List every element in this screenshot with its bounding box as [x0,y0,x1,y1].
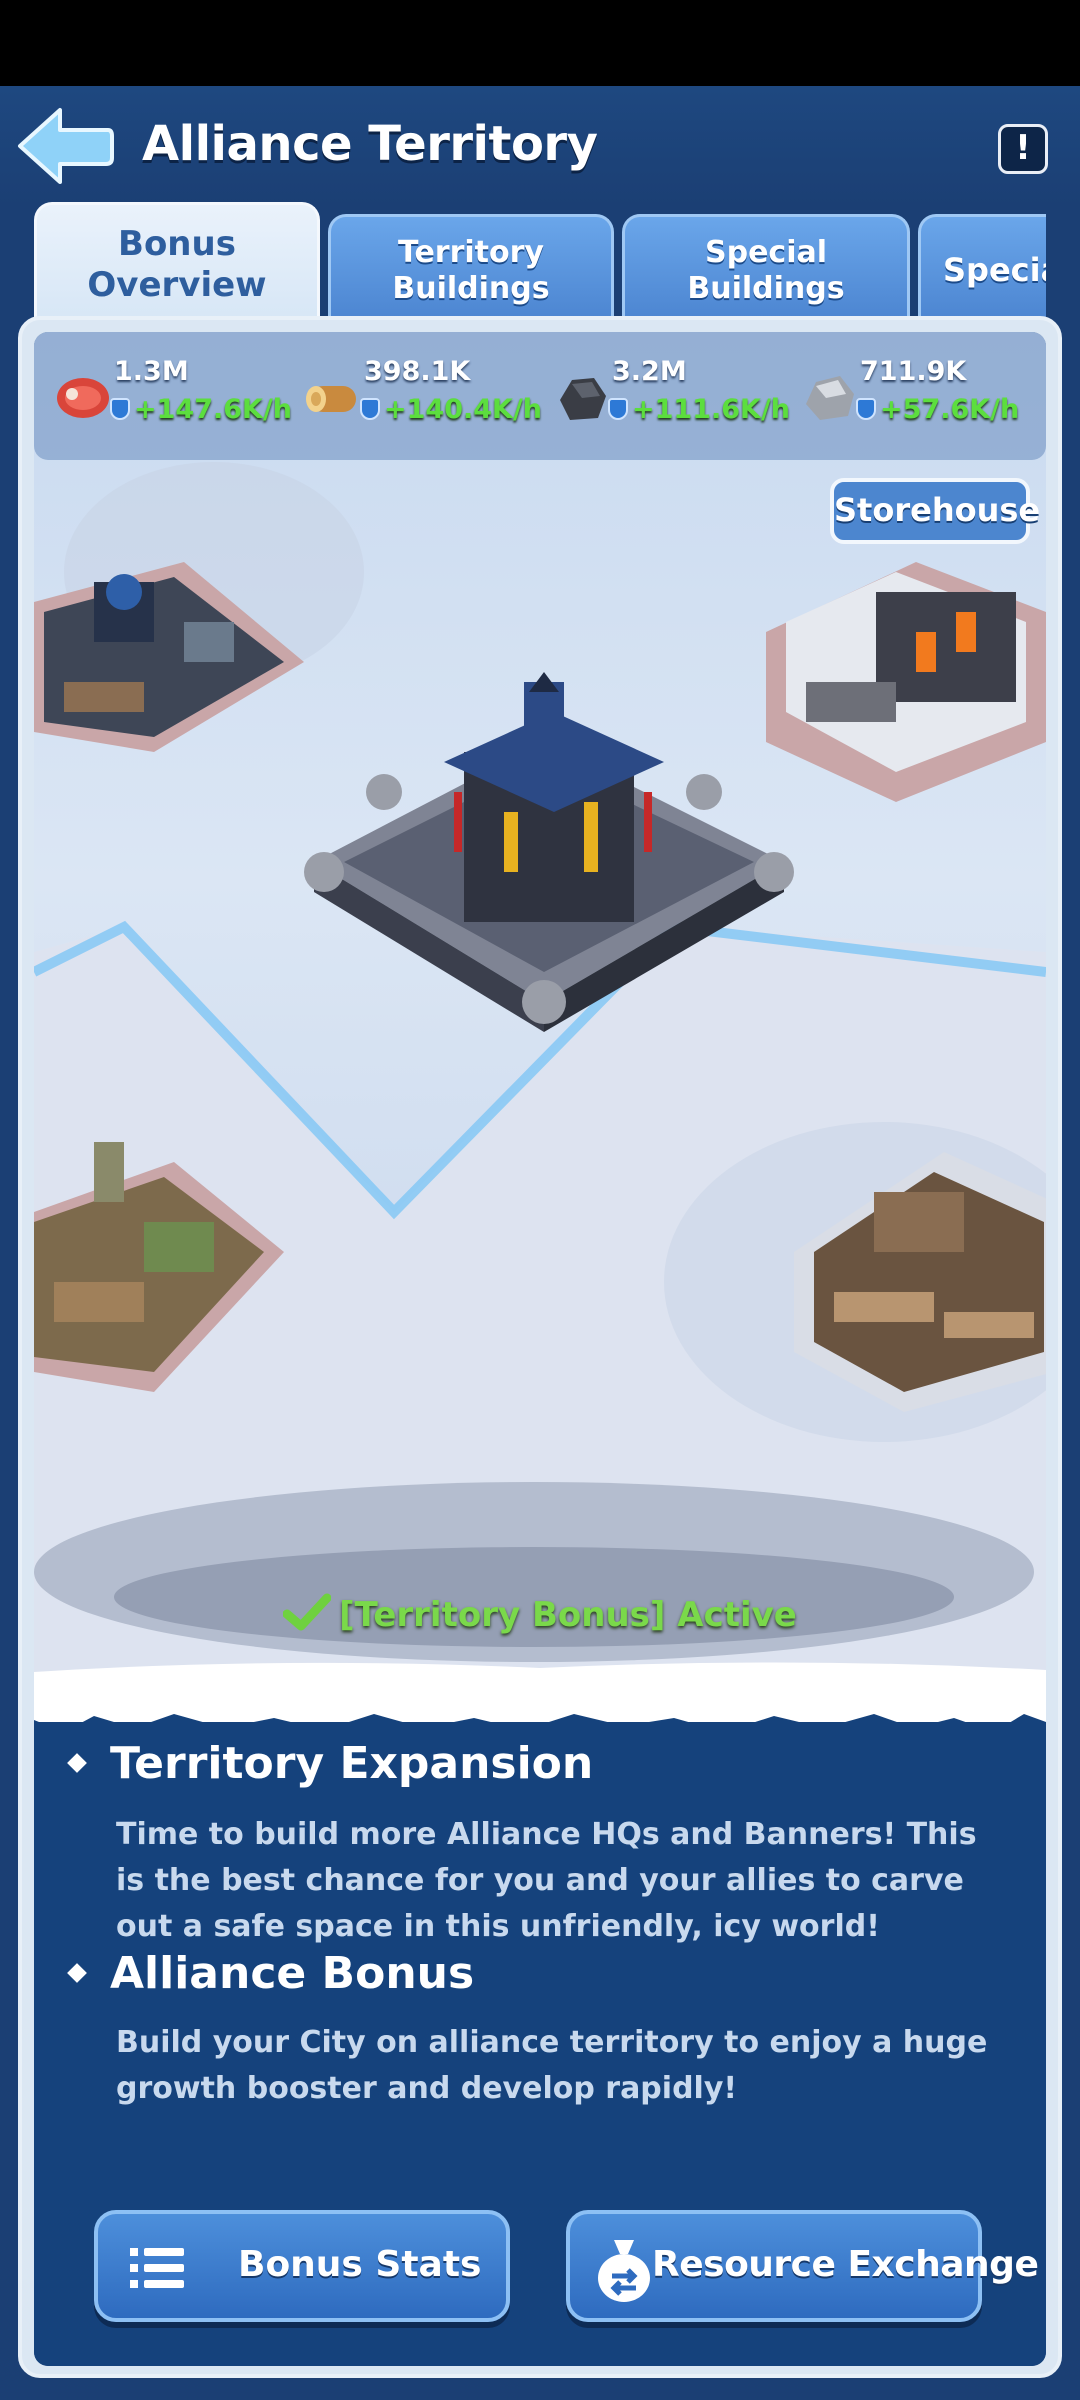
tab-special-partial[interactable]: Specia [918,214,1046,320]
resource-iron[interactable]: 711.9K +57.6K/h [800,350,1030,442]
storehouse-building[interactable] [766,522,1046,802]
list-icon [130,2248,184,2288]
shield-icon [608,398,628,420]
hunting-lodge-building[interactable] [34,1132,294,1412]
shield-icon [360,398,380,420]
territory-map[interactable]: Storehouse [Territory Bonus] Active [34,332,1046,1702]
resource-coal[interactable]: 3.2M +111.6K/h [552,350,790,442]
bonus-stats-button[interactable]: Bonus Stats [94,2210,510,2322]
sawmill-building[interactable] [794,1112,1046,1412]
tab-special-buildings[interactable]: Special Buildings [622,214,910,320]
checkmark-icon [283,1593,332,1631]
diamond-bullet-icon [67,1753,87,1773]
content-area: Storehouse [Territory Bonus] Active 1.3M… [34,332,1046,2366]
section-heading-territory-expansion: Territory Expansion [67,1738,593,1789]
coal-icon [560,378,606,420]
resource-bag-icon [598,2240,650,2302]
section-body-territory-expansion: Time to build more Alliance HQs and Bann… [116,1817,977,1944]
iron-ore-icon [806,376,854,420]
shield-icon [856,398,876,420]
tab-territory-buildings[interactable]: Territory Buildings [328,214,614,320]
territory-bonus-status: [Territory Bonus] Active [34,1592,1046,1635]
shield-icon [110,398,130,420]
section-body-alliance-bonus: Build your City on alliance territory to… [116,2025,988,2106]
resource-wood[interactable]: 398.1K +140.4K/h [304,350,542,442]
resource-meat[interactable]: 1.3M +147.6K/h [54,350,292,442]
tab-bar: Bonus Overview Territory Buildings Speci… [34,202,1046,320]
wood-icon [306,386,356,412]
meat-icon [57,378,109,418]
page-title: Alliance Territory [142,116,598,172]
section-heading-alliance-bonus: Alliance Bonus [67,1948,474,1999]
tab-bonus-overview[interactable]: Bonus Overview [34,202,320,320]
back-arrow-icon [18,108,114,184]
alliance-hq-building[interactable] [284,672,804,1112]
diamond-bullet-icon [67,1963,87,1983]
info-button[interactable]: ! [998,124,1048,174]
resource-bar: 1.3M +147.6K/h 398.1K +140.4K/h 3.2M +11… [34,332,1046,460]
status-bar [0,0,1080,86]
header: Alliance Territory ! [0,86,1080,206]
resource-exchange-button[interactable]: Resource Exchange [566,2210,1039,2322]
storehouse-button[interactable]: Storehouse [830,478,1040,544]
back-button[interactable] [14,104,114,188]
